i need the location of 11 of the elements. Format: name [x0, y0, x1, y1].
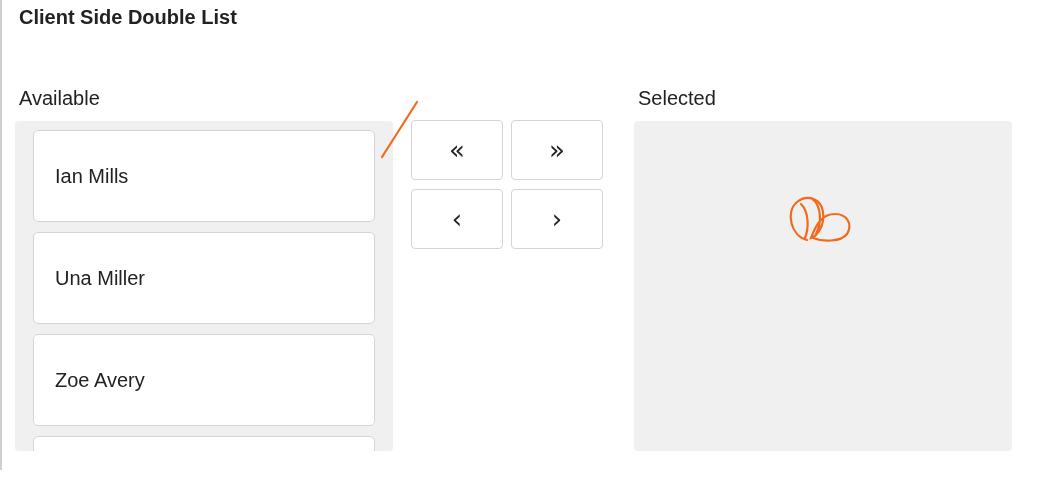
move-button[interactable]: «: [411, 120, 503, 180]
move-button[interactable]: ‹: [411, 189, 503, 249]
list-label: Selected: [638, 87, 717, 111]
list-label: Available: [19, 87, 101, 111]
move-button[interactable]: »: [511, 120, 603, 180]
list-item[interactable]: Una Miller: [33, 232, 375, 324]
pen-stroke: [380, 100, 420, 160]
move-button[interactable]: ›: [511, 189, 603, 249]
section-title: Client Side Double List: [19, 6, 238, 29]
list-item[interactable]: Ian Mills: [33, 130, 375, 222]
list-item[interactable]: Zoe Avery: [33, 334, 375, 426]
